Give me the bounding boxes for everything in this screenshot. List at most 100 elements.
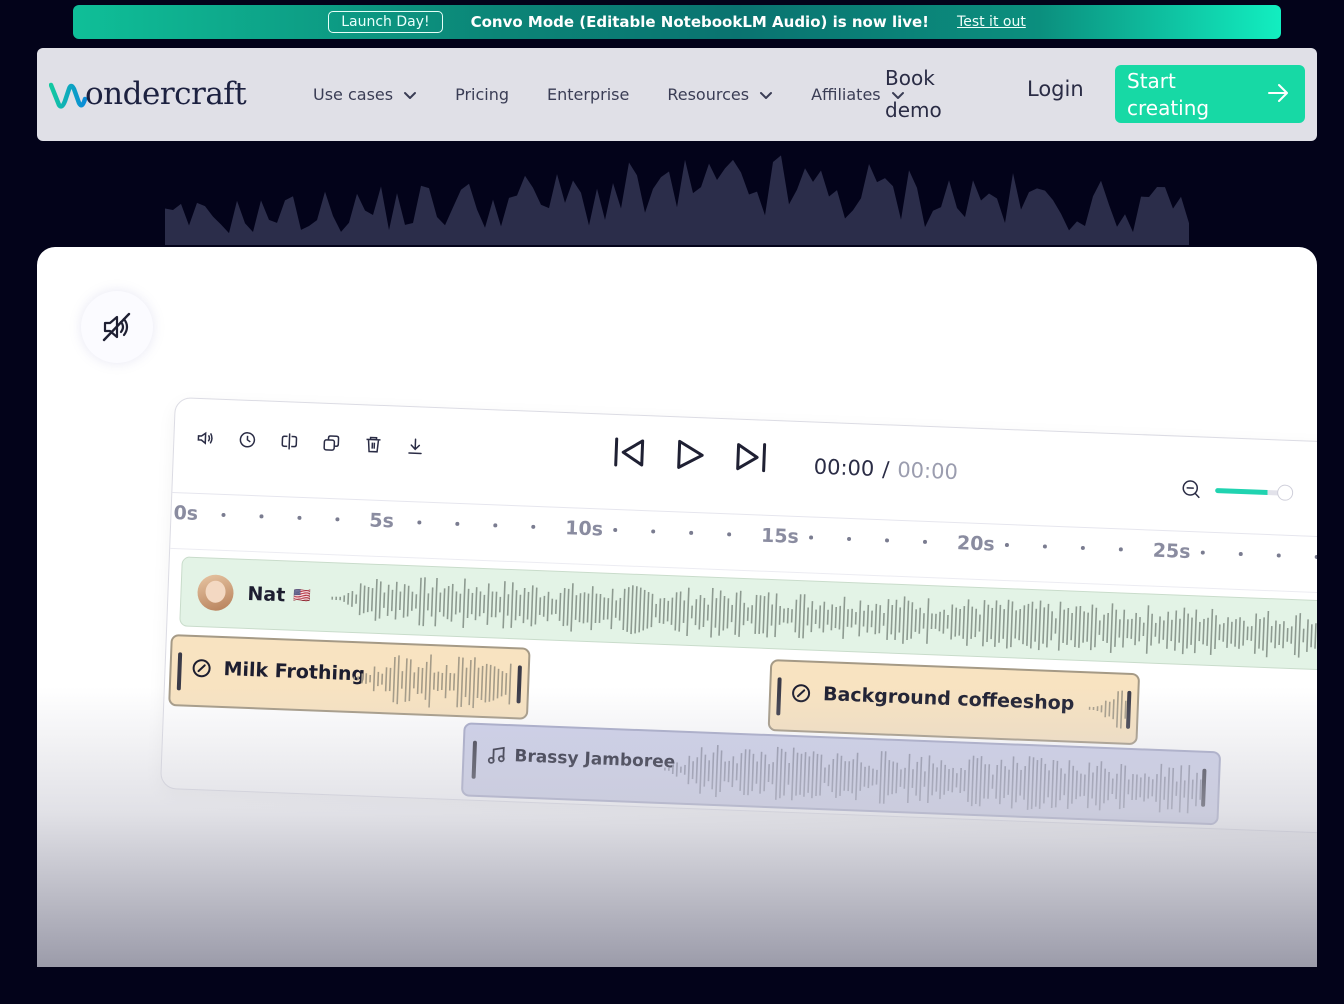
waveform-bar xyxy=(991,774,994,789)
waveform-bar xyxy=(598,593,602,623)
nav-use-cases[interactable]: Use cases xyxy=(313,85,417,104)
nav-pricing[interactable]: Pricing xyxy=(455,85,509,104)
waveform-bar xyxy=(766,592,770,638)
waveform-bar xyxy=(1071,765,1075,804)
waveform-bar xyxy=(1116,691,1119,728)
waveform-bar xyxy=(891,761,895,795)
login-link[interactable]: Login xyxy=(1027,77,1084,101)
waveform-bar xyxy=(448,672,452,691)
ruler-dot xyxy=(689,530,694,535)
waveform-bar xyxy=(958,608,962,636)
nav-resources[interactable]: Resources xyxy=(667,85,773,104)
waveform-bar xyxy=(1173,610,1178,651)
waveform-bar xyxy=(1282,621,1285,649)
trash-icon[interactable] xyxy=(364,435,383,454)
download-icon[interactable] xyxy=(406,437,425,456)
waveform-bar xyxy=(675,762,678,777)
waveform-bar xyxy=(502,581,506,629)
waveform-bar xyxy=(682,600,686,623)
waveform-bar xyxy=(664,767,666,771)
waveform-bar xyxy=(955,773,958,788)
waveform-bar xyxy=(392,656,396,703)
trim-handle-left[interactable] xyxy=(471,740,478,779)
split-icon[interactable] xyxy=(280,432,299,451)
sfx-track-background-coffeeshop[interactable]: Background coffeeshop xyxy=(767,659,1141,746)
skip-back-icon[interactable] xyxy=(612,436,647,469)
zoom-out-icon[interactable] xyxy=(1181,479,1202,500)
waveform-bar xyxy=(774,746,779,800)
waveform-bar xyxy=(622,588,626,631)
waveform-bar xyxy=(855,752,859,801)
waveform-bar xyxy=(374,578,378,621)
ruler-dot xyxy=(221,512,226,518)
waveform-bar xyxy=(759,751,763,794)
ruler-label: 10s xyxy=(564,517,604,541)
waveform-bar xyxy=(1108,701,1111,717)
waveform-bar xyxy=(384,667,388,692)
play-icon[interactable] xyxy=(674,437,707,472)
trim-handle-right[interactable] xyxy=(516,665,522,704)
book-demo-link[interactable]: Book demo xyxy=(885,62,942,126)
clock-icon[interactable] xyxy=(238,430,257,449)
start-creating-button[interactable]: Start creating xyxy=(1115,65,1305,123)
waveform-bar xyxy=(1186,765,1191,814)
waveform-bar xyxy=(1070,612,1073,641)
waveform-bar xyxy=(798,594,802,638)
waveform-bar xyxy=(383,592,386,608)
waveform-bar xyxy=(1147,776,1150,799)
waveform-bar xyxy=(1178,618,1181,643)
waveform-bar xyxy=(415,594,418,609)
waveform-bar xyxy=(914,609,917,632)
waveform-bar xyxy=(444,664,448,699)
nav-enterprise[interactable]: Enterprise xyxy=(547,85,629,104)
waveform-bar xyxy=(871,768,874,786)
waveform-bar xyxy=(1010,756,1015,809)
waveform-bar xyxy=(582,592,586,624)
zoom-slider-handle[interactable] xyxy=(1276,483,1294,501)
waveform-bar xyxy=(938,611,941,632)
waveform-bar xyxy=(416,667,420,695)
waveform-bar xyxy=(650,593,654,628)
waveform-bar xyxy=(875,769,878,785)
waveform-bar xyxy=(534,587,538,625)
waveform-bar xyxy=(683,764,686,775)
zoom-slider[interactable] xyxy=(1215,483,1294,501)
trim-handle-left[interactable] xyxy=(776,677,782,716)
trim-handle-right[interactable] xyxy=(1201,768,1207,807)
waveform-bar xyxy=(870,610,873,628)
skip-forward-icon[interactable] xyxy=(734,441,769,474)
waveform-bar xyxy=(718,590,722,636)
mute-button[interactable] xyxy=(81,291,153,363)
waveform-bar xyxy=(1134,612,1138,646)
trim-handle-right[interactable] xyxy=(1125,690,1132,729)
waveform-bar xyxy=(786,607,789,624)
waveform-bar xyxy=(1131,774,1134,801)
ruler-dot xyxy=(846,536,852,542)
nav-resources-label: Resources xyxy=(667,85,750,104)
waveform-bar xyxy=(1150,613,1153,646)
waveform-bar xyxy=(1106,612,1109,643)
waveform-bar xyxy=(1138,617,1141,642)
ruler-dot xyxy=(1004,542,1010,548)
duplicate-icon[interactable] xyxy=(322,434,341,453)
waveform-bar xyxy=(754,594,758,634)
waveform-bar xyxy=(510,582,514,628)
waveform-bar xyxy=(1078,605,1082,648)
waveform-bar xyxy=(1166,767,1171,810)
waveform-bar xyxy=(811,751,815,799)
waveform-bar xyxy=(738,590,742,637)
logo[interactable]: ondercraft xyxy=(49,74,247,114)
waveform-bar xyxy=(902,596,906,644)
test-it-out-link[interactable]: Test it out xyxy=(957,14,1026,30)
waveform-bar xyxy=(926,598,930,644)
ruler-dot xyxy=(613,527,618,533)
waveform-bar xyxy=(1314,623,1317,649)
sfx-track-milk-frothing[interactable]: Milk Frothing xyxy=(168,634,531,720)
volume-icon[interactable] xyxy=(196,429,215,448)
waveform-bar xyxy=(1046,603,1050,648)
waveform-bar xyxy=(774,593,778,638)
waveform-bar xyxy=(470,592,474,615)
trim-handle-left[interactable] xyxy=(176,652,183,691)
time-separator: / xyxy=(881,457,890,482)
top-nav: ondercraft Use cases Pricing Enterprise … xyxy=(37,48,1317,141)
